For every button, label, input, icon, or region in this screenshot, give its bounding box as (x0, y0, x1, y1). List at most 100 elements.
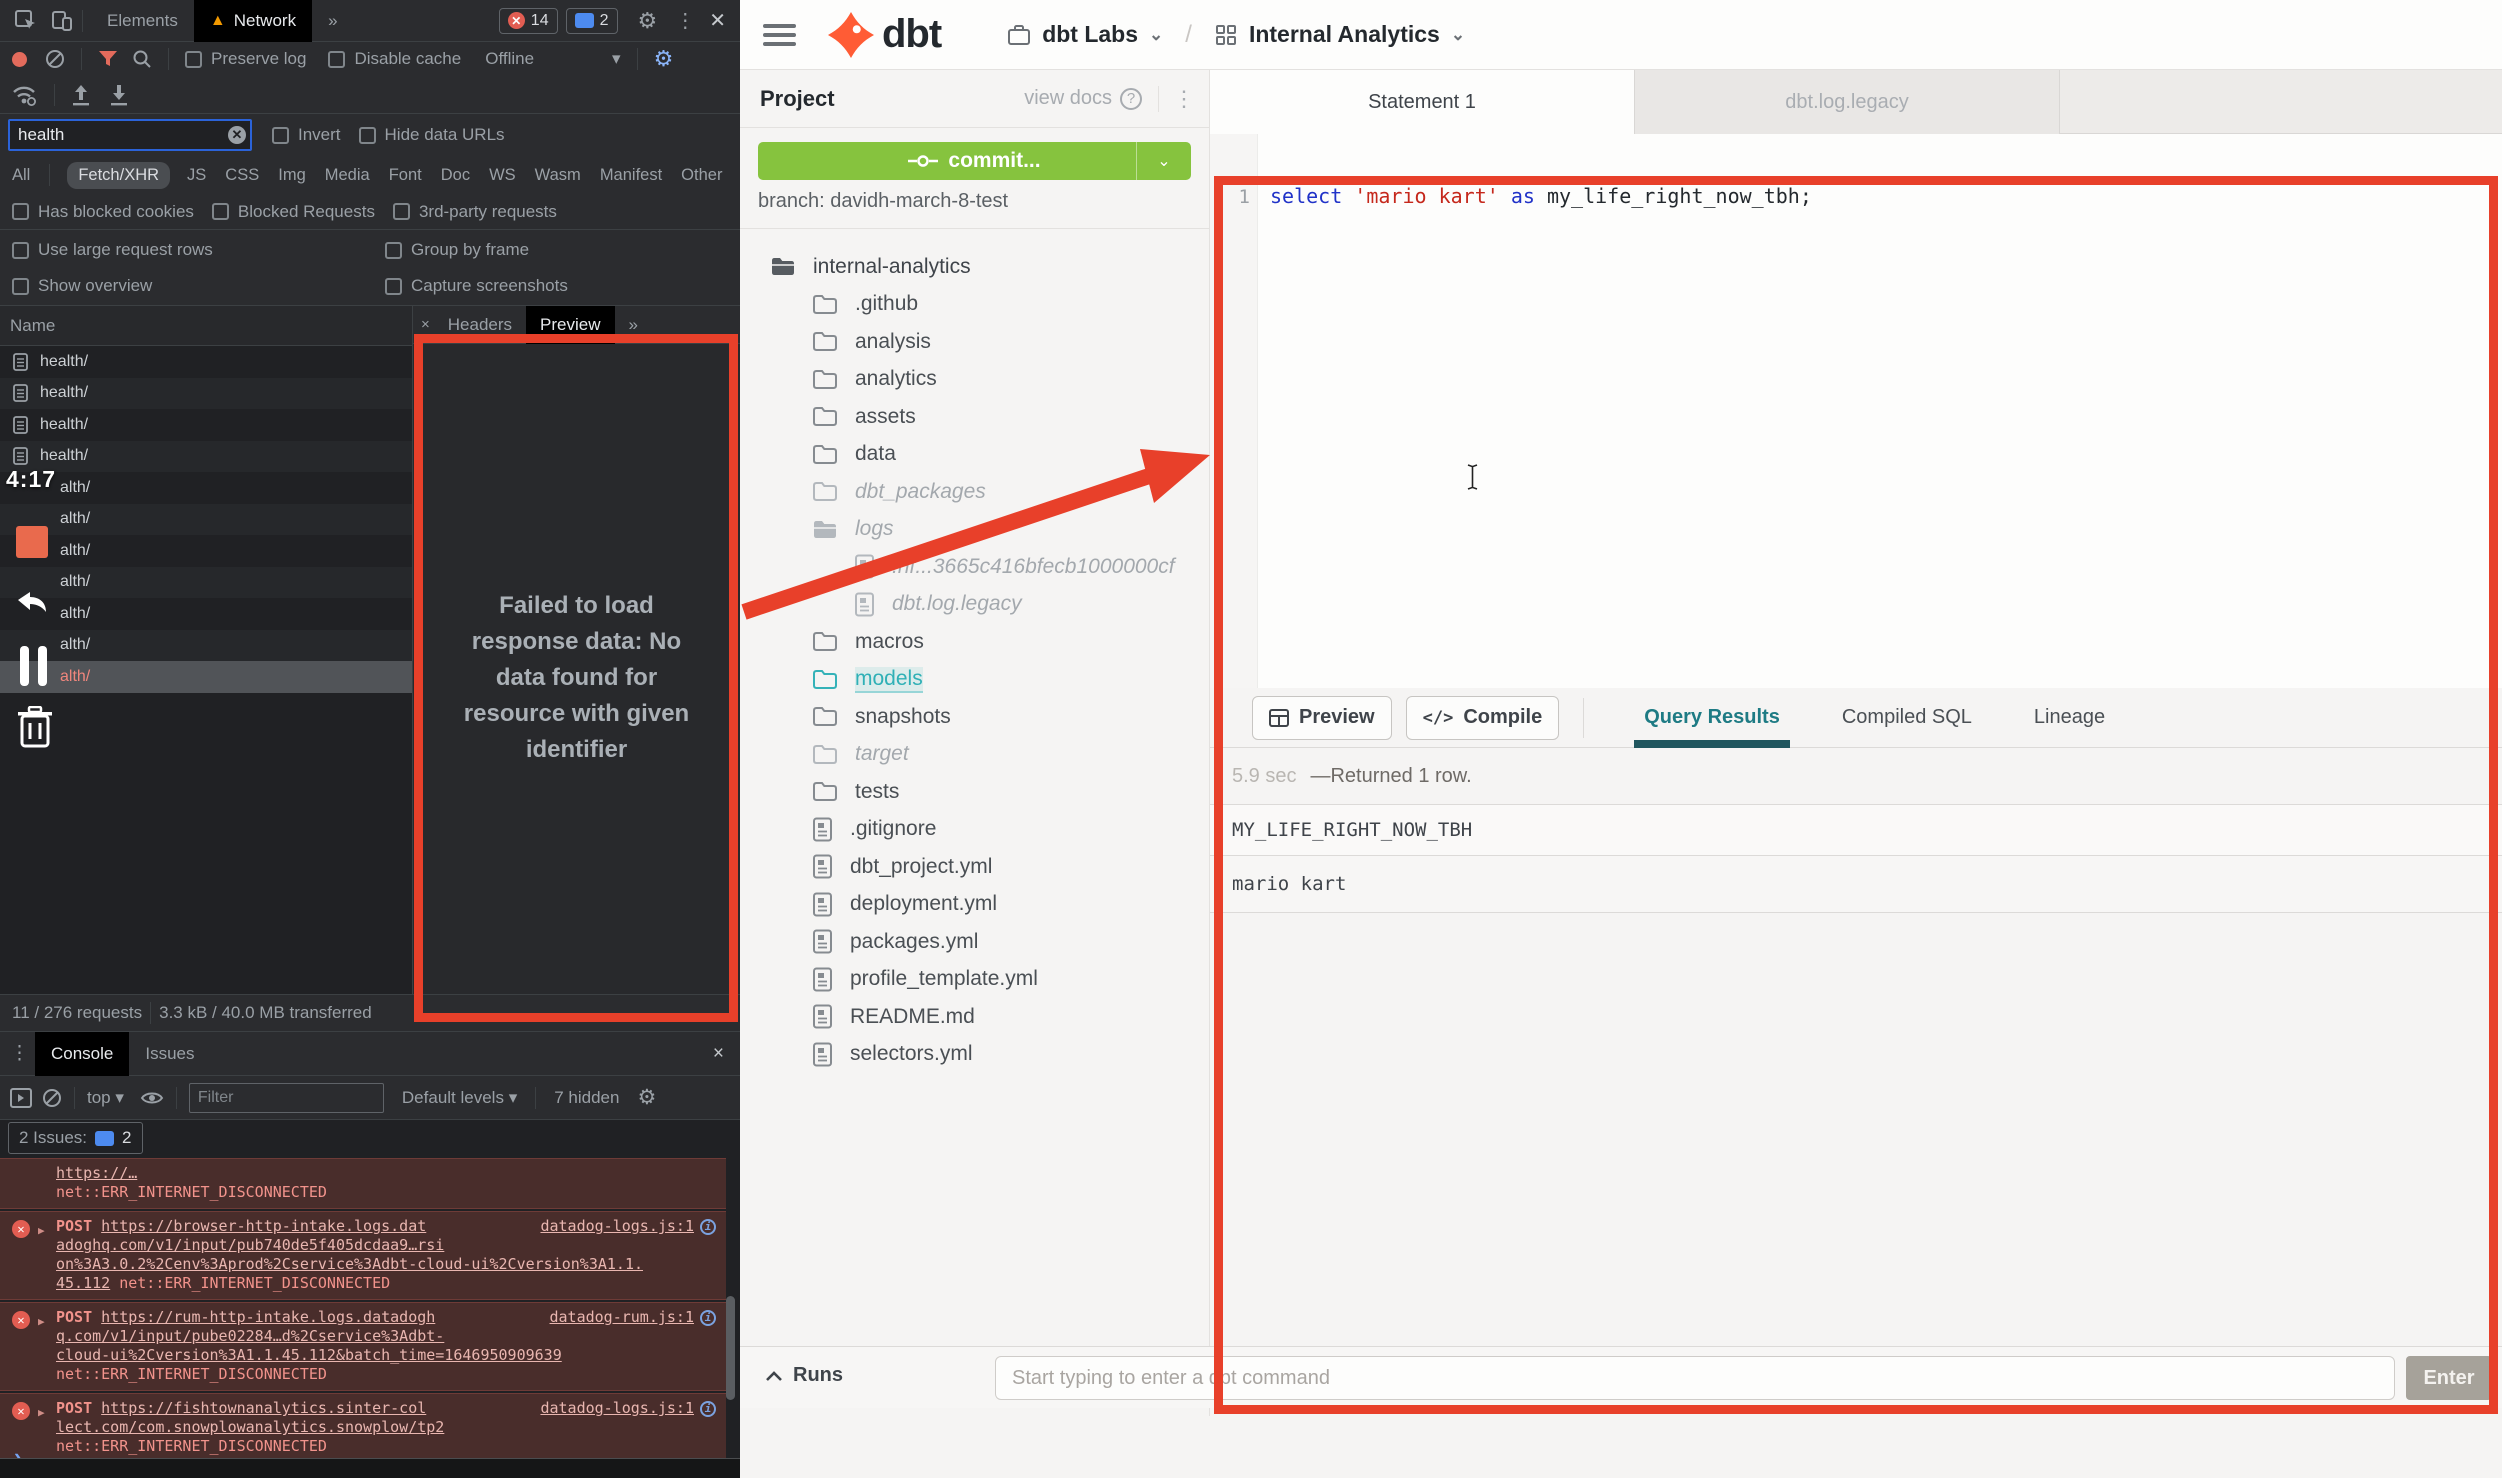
tab-headers[interactable]: Headers (434, 306, 526, 344)
requests-name-column-header[interactable]: Name (0, 306, 412, 346)
tree-item-profile-template-yml[interactable]: profile_template.yml (740, 961, 1210, 999)
console-sidebar-icon[interactable] (10, 1088, 32, 1108)
type-filter-js[interactable]: JS (185, 162, 208, 189)
account-selector[interactable]: dbt Labs ⌄ (1007, 21, 1163, 48)
tab-console[interactable]: Console (35, 1032, 129, 1076)
hide-data-urls-checkbox[interactable]: Hide data URLs (359, 125, 505, 145)
error-count-badge[interactable]: ✕ 14 (499, 8, 558, 34)
close-drawer-icon[interactable]: × (713, 1043, 724, 1065)
use-large-rows-checkbox[interactable]: Use large request rows (12, 240, 213, 260)
tree-item-macros[interactable]: macros (740, 623, 1210, 661)
more-tabs-chevron[interactable]: » (312, 0, 353, 42)
info-icon[interactable]: i (700, 1219, 716, 1235)
blocked-requests-checkbox[interactable]: Blocked Requests (212, 202, 375, 222)
project-selector[interactable]: Internal Analytics ⌄ (1214, 21, 1465, 48)
tab-network[interactable]: ▲ Network (194, 0, 312, 42)
request-row[interactable]: health/ (0, 346, 412, 378)
clear-console-icon[interactable] (42, 1088, 62, 1108)
tree-item--github[interactable]: .github (740, 286, 1210, 324)
tree-item--nf-3665c416bfecb1000000cf[interactable]: .nf...3665c416bfecb1000000cf (740, 548, 1210, 586)
commit-button[interactable]: commit... ⌄ (758, 142, 1191, 180)
clear-icon[interactable] (45, 49, 65, 69)
results-column-header[interactable]: MY_LIFE_RIGHT_NOW_TBH (1210, 805, 2502, 856)
show-overview-checkbox[interactable]: Show overview (12, 276, 152, 296)
recorder-trash-button[interactable] (16, 706, 54, 750)
throttling-caret-icon[interactable]: ▾ (612, 49, 621, 69)
disclosure-triangle-icon[interactable]: ▶ (38, 1403, 45, 1422)
tab-query-results[interactable]: Query Results (1644, 688, 1780, 748)
info-icon[interactable]: i (700, 1310, 716, 1326)
tree-item-analytics[interactable]: analytics (740, 361, 1210, 399)
tree-item-packages-yml[interactable]: packages.yml (740, 923, 1210, 961)
has-blocked-cookies-checkbox[interactable]: Has blocked cookies (12, 202, 194, 222)
tree-item-models[interactable]: models (740, 661, 1210, 699)
info-icon[interactable]: i (700, 1401, 716, 1417)
source-link[interactable]: datadog-rum.js:1 (550, 1308, 695, 1327)
tree-item-dbt-packages[interactable]: dbt_packages (740, 473, 1210, 511)
request-row[interactable]: alth/ (0, 472, 412, 504)
close-detail-icon[interactable]: × (421, 316, 430, 333)
tree-item-deployment-yml[interactable]: deployment.yml (740, 886, 1210, 924)
type-filter-other[interactable]: Other (679, 162, 724, 189)
type-filter-font[interactable]: Font (387, 162, 424, 189)
request-url-link[interactable]: cloud-ui%2Cversion%3A1.1.45.112&batch_ti… (56, 1346, 562, 1364)
tree-item-internal-analytics[interactable]: internal-analytics (740, 248, 1210, 286)
request-row[interactable]: alth/ (0, 535, 412, 567)
tree-item-snapshots[interactable]: snapshots (740, 698, 1210, 736)
disclosure-triangle-icon[interactable]: ▶ (38, 1221, 45, 1240)
settings-gear-icon[interactable]: ⚙ (638, 8, 658, 34)
request-url-link[interactable]: on%3A3.0.2%2Cenv%3Aprod%2Cservice%3Adbt-… (56, 1255, 643, 1273)
tree-item--gitignore[interactable]: .gitignore (740, 811, 1210, 849)
tab-issues[interactable]: Issues (129, 1032, 210, 1076)
eye-icon[interactable] (140, 1089, 164, 1107)
issues-summary[interactable]: 2 Issues: 2 (8, 1122, 143, 1154)
request-row[interactable]: health/ (0, 378, 412, 410)
inspect-icon[interactable] (14, 9, 38, 33)
type-filter-media[interactable]: Media (323, 162, 372, 189)
source-link[interactable]: datadog-logs.js:1 (540, 1399, 694, 1418)
capture-screenshots-checkbox[interactable]: Capture screenshots (385, 276, 568, 296)
view-docs-link[interactable]: view docs (1024, 87, 1112, 110)
network-conditions-gear-icon[interactable]: ⚙ (654, 46, 674, 72)
hamburger-menu-icon[interactable] (763, 19, 796, 51)
request-url-link[interactable]: adoghq.com/v1/input/pub740de5f405dcdaa9…… (56, 1236, 444, 1254)
request-url-link[interactable]: https://browser-http-intake.logs.dat (101, 1217, 426, 1235)
tree-item-analysis[interactable]: analysis (740, 323, 1210, 361)
request-url-link[interactable]: https://… (56, 1164, 137, 1182)
close-devtools-icon[interactable]: ✕ (709, 8, 726, 33)
tree-item-logs[interactable]: logs (740, 511, 1210, 549)
issues-count-badge[interactable]: 2 (566, 8, 618, 34)
dbt-command-input[interactable] (995, 1356, 2395, 1400)
throttling-dropdown[interactable]: Offline (485, 49, 534, 69)
tab-compiled-sql[interactable]: Compiled SQL (1842, 688, 1972, 748)
tree-item-data[interactable]: data (740, 436, 1210, 474)
type-filter-fetchxhr[interactable]: Fetch/XHR (67, 162, 170, 189)
disclosure-triangle-icon[interactable]: ▶ (38, 1312, 45, 1331)
commit-dropdown-caret[interactable]: ⌄ (1136, 142, 1191, 180)
export-har-icon[interactable] (109, 84, 129, 106)
tab-elements[interactable]: Elements (91, 0, 194, 42)
type-filter-all[interactable]: All (10, 162, 32, 189)
results-row[interactable]: mario kart (1210, 856, 2502, 913)
disable-cache-checkbox[interactable]: Disable cache (328, 49, 461, 69)
tree-item-target[interactable]: target (740, 736, 1210, 774)
request-row[interactable]: alth/ (0, 598, 412, 630)
request-row[interactable]: health/ (0, 409, 412, 441)
type-filter-css[interactable]: CSS (223, 162, 261, 189)
help-circle-icon[interactable]: ? (1120, 88, 1142, 110)
tab-lineage[interactable]: Lineage (2034, 688, 2105, 748)
source-link[interactable]: datadog-logs.js:1 (540, 1217, 694, 1236)
more-detail-tabs-chevron[interactable]: » (615, 306, 652, 344)
compile-button[interactable]: </> Compile (1406, 696, 1560, 740)
tree-item-dbt-project-yml[interactable]: dbt_project.yml (740, 848, 1210, 886)
tab-preview[interactable]: Preview (526, 306, 614, 344)
filter-icon[interactable] (98, 50, 118, 68)
type-filter-img[interactable]: Img (276, 162, 308, 189)
type-filter-manifest[interactable]: Manifest (598, 162, 664, 189)
tree-item-selectors-yml[interactable]: selectors.yml (740, 1036, 1210, 1074)
tab-dbt-log-legacy[interactable]: dbt.log.legacy (1635, 70, 2060, 134)
log-levels-dropdown[interactable]: Default levels ▾ (402, 1088, 517, 1108)
third-party-requests-checkbox[interactable]: 3rd-party requests (393, 202, 557, 222)
recorder-undo-button[interactable] (10, 586, 54, 632)
tree-item-tests[interactable]: tests (740, 773, 1210, 811)
